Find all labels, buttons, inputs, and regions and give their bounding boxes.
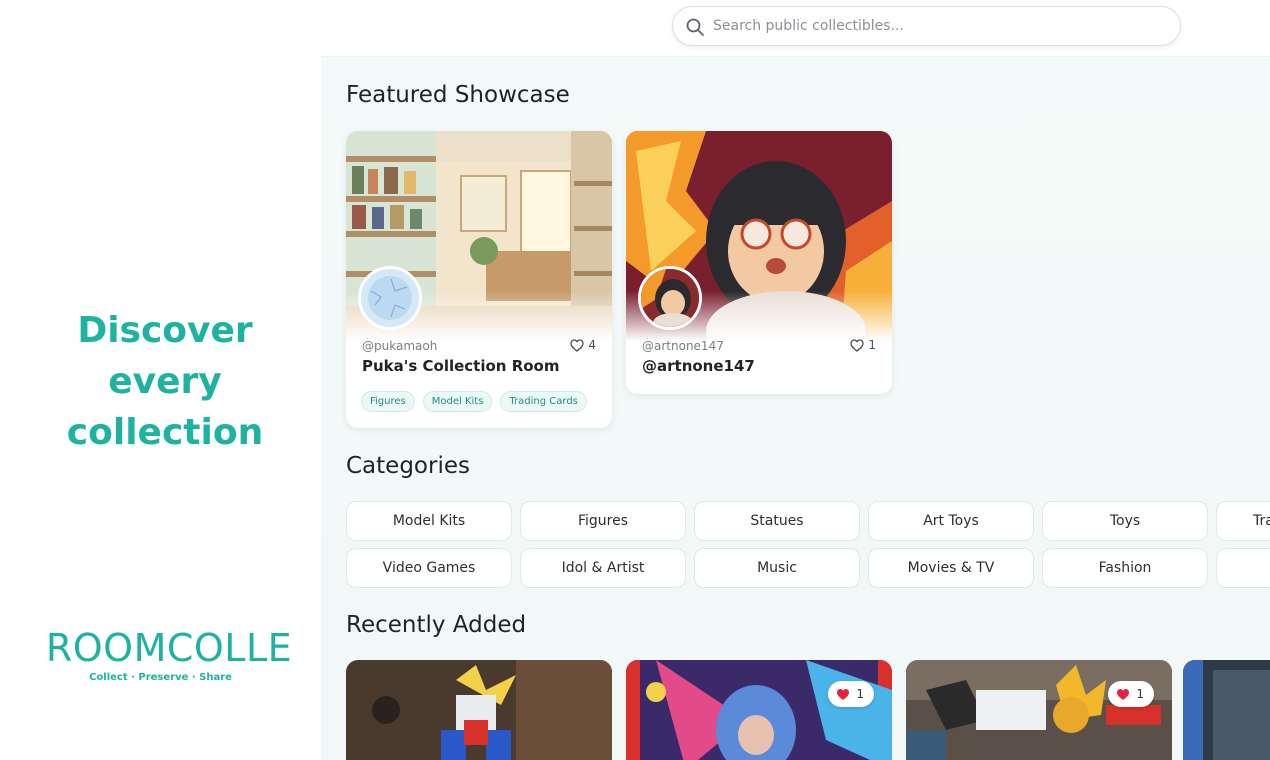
avatar-image	[641, 269, 699, 327]
showcase-card[interactable]: @pukamaoh 4 Puka's Collection Room Figur…	[346, 131, 612, 428]
recent-item[interactable]	[1183, 660, 1270, 760]
category-toys[interactable]: Toys	[1042, 501, 1208, 541]
tagline-line-3: collection	[66, 412, 264, 453]
like-badge[interactable]: 1	[1108, 681, 1154, 707]
like-count-text: 1	[856, 687, 864, 701]
user-avatar[interactable]	[638, 266, 702, 330]
recent-item-image	[906, 660, 1172, 760]
user-avatar[interactable]	[358, 266, 422, 330]
category-figures[interactable]: Figures	[520, 501, 686, 541]
category-more[interactable]	[1216, 548, 1270, 588]
recently-added-heading: Recently Added	[346, 612, 527, 638]
card-title: @artnone147	[642, 357, 755, 375]
category-model-kits[interactable]: Model Kits	[346, 501, 512, 541]
showcase-card[interactable]: @artnone147 1 @artnone147	[626, 131, 892, 394]
card-title: Puka's Collection Room	[362, 357, 560, 375]
category-fashion[interactable]: Fashion	[1042, 548, 1208, 588]
search-icon	[686, 18, 704, 36]
tag-figures[interactable]: Figures	[361, 391, 415, 412]
card-username[interactable]: @artnone147	[642, 339, 724, 353]
heart-filled-icon	[837, 688, 850, 700]
tagline-line-2: every	[108, 361, 222, 402]
category-video-games[interactable]: Video Games	[346, 548, 512, 588]
tagline-line-1: Discover	[77, 310, 253, 351]
promo-tagline: Discover every collection	[0, 305, 330, 458]
category-idol-artist[interactable]: Idol & Artist	[520, 548, 686, 588]
promo-panel: Discover every collection ROOMCOLLE Coll…	[0, 0, 321, 760]
card-like-count[interactable]: 4	[570, 338, 596, 352]
recent-item-image	[346, 660, 612, 760]
like-badge[interactable]: 1	[828, 681, 874, 707]
card-tags: Figures Model Kits Trading Cards	[361, 391, 587, 412]
heart-outline-icon	[850, 338, 865, 352]
like-count-text: 1	[1136, 687, 1144, 701]
like-count-text: 1	[868, 338, 876, 352]
recent-item[interactable]: 1	[626, 660, 892, 760]
card-like-count[interactable]: 1	[850, 338, 876, 352]
category-music[interactable]: Music	[694, 548, 860, 588]
brand-logo: ROOMCOLLE	[45, 626, 293, 670]
brand-slogan: Collect · Preserve · Share	[89, 672, 232, 683]
avatar-image	[361, 269, 419, 327]
featured-showcase-heading: Featured Showcase	[346, 82, 570, 108]
recent-item[interactable]: 1	[906, 660, 1172, 760]
main-content: Featured Showcase	[321, 0, 1270, 760]
category-art-toys[interactable]: Art Toys	[868, 501, 1034, 541]
category-statues[interactable]: Statues	[694, 501, 860, 541]
category-movies-tv[interactable]: Movies & TV	[868, 548, 1034, 588]
search-bar[interactable]	[672, 6, 1181, 46]
search-input[interactable]	[713, 13, 1163, 39]
top-bar	[321, 0, 1270, 57]
tag-model-kits[interactable]: Model Kits	[422, 391, 493, 412]
tag-trading-cards[interactable]: Trading Cards	[500, 391, 587, 412]
recent-item[interactable]	[346, 660, 612, 760]
category-trading-cards[interactable]: Tra	[1216, 501, 1270, 541]
recent-item-image	[1183, 660, 1270, 760]
card-username[interactable]: @pukamaoh	[362, 339, 437, 353]
categories-heading: Categories	[346, 453, 470, 479]
recent-item-image	[626, 660, 892, 760]
heart-filled-icon	[1117, 688, 1130, 700]
heart-outline-icon	[570, 338, 585, 352]
like-count-text: 4	[588, 338, 596, 352]
